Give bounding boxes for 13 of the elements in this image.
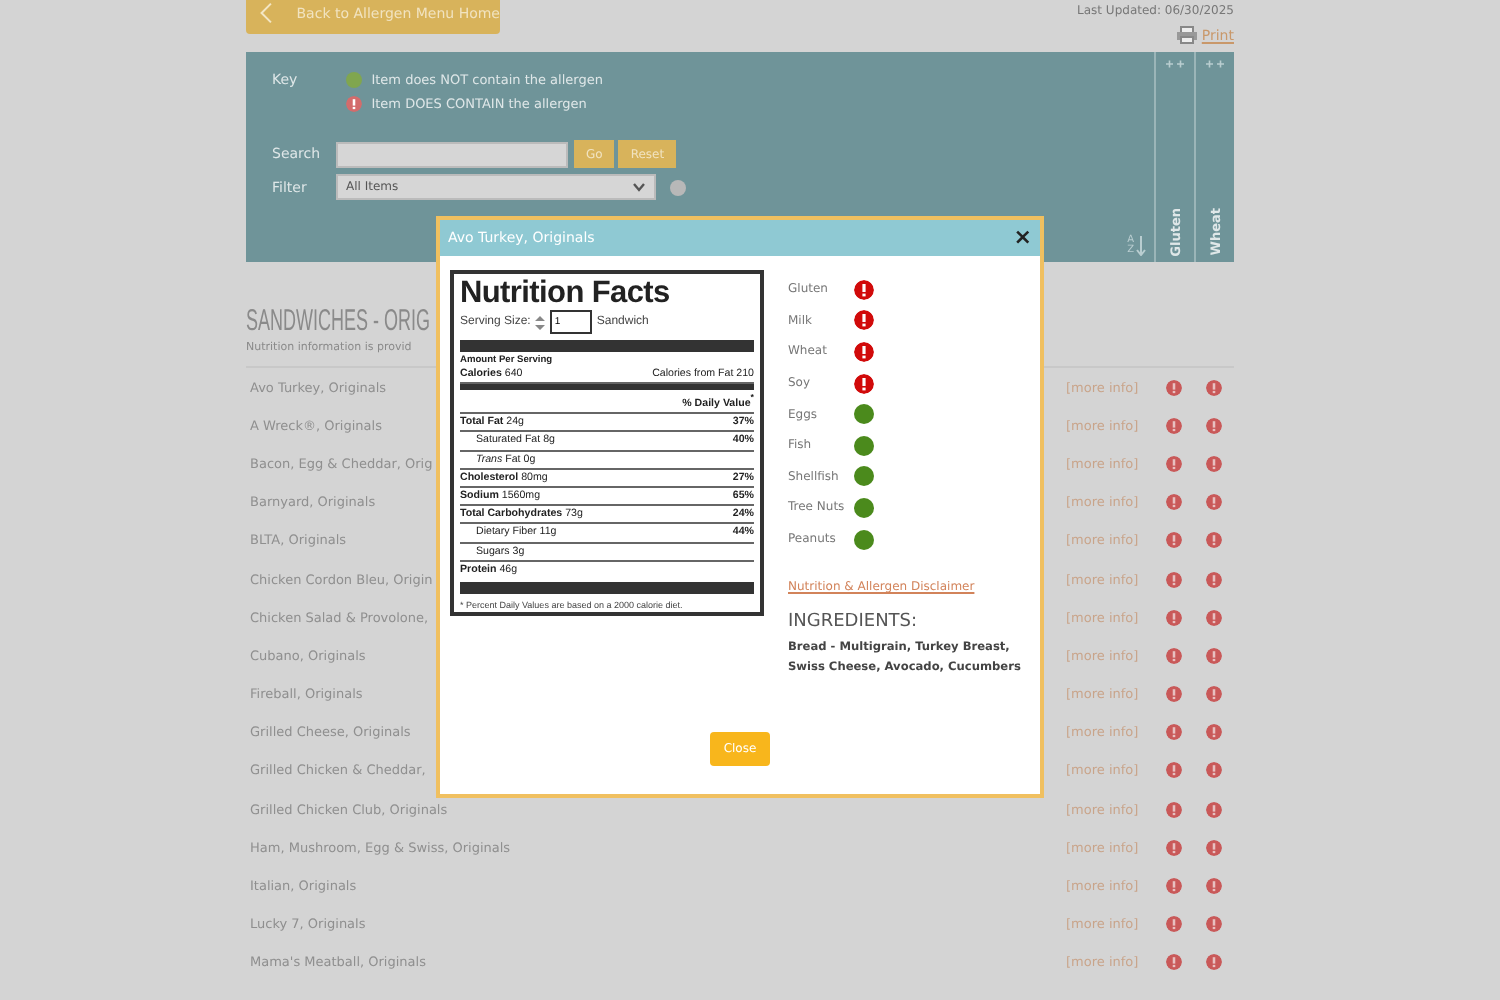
close-button[interactable]: × (1013, 228, 1032, 248)
expand-icon[interactable] (1166, 60, 1184, 68)
search-field[interactable] (336, 141, 568, 167)
info-dot-icon[interactable] (670, 179, 686, 195)
spinner-arrows-icon[interactable] (534, 313, 547, 331)
expand-icon[interactable] (1206, 60, 1224, 68)
arrow-down-icon[interactable] (1136, 236, 1146, 256)
caret-icon (632, 182, 646, 192)
printer-icon[interactable] (1175, 26, 1198, 44)
section-title: SANDWICHES - ORIG (246, 302, 430, 341)
chevron-left-icon (260, 0, 273, 26)
nutrition-facts-title: Nutrition Facts (460, 278, 672, 308)
ingredients-heading: INGREDIENTS: (788, 612, 920, 633)
